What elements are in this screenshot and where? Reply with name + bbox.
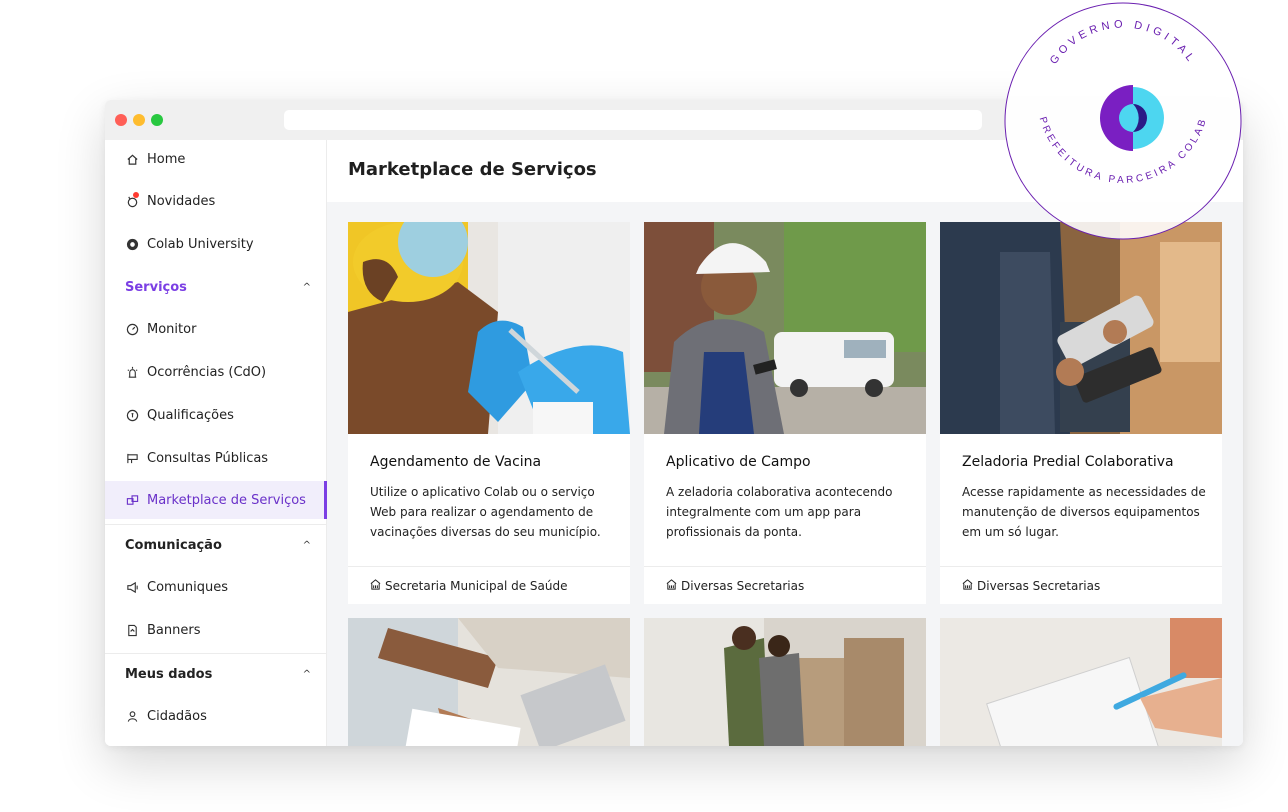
- address-bar[interactable]: [284, 110, 982, 130]
- couple-photo: [644, 618, 926, 746]
- sidebar-item-label: Monitor: [147, 321, 197, 337]
- sidebar-item-marketplace[interactable]: Marketplace de Serviços: [105, 481, 327, 519]
- close-window-button[interactable]: [115, 114, 127, 126]
- card-description: A zeladoria colaborativa acontecendo int…: [666, 485, 893, 539]
- megaphone-icon: [125, 580, 139, 594]
- vaccine-photo: [348, 222, 630, 434]
- service-card-zeladoria[interactable]: Zeladoria Predial Colaborativa Acesse ra…: [940, 222, 1222, 604]
- section-label: Serviços: [125, 279, 187, 295]
- consult-icon: [125, 451, 139, 465]
- building-icon: [370, 578, 381, 593]
- chevron-up-icon: ^: [302, 668, 311, 680]
- field-worker-photo: [644, 222, 926, 434]
- minimize-window-button[interactable]: [133, 114, 145, 126]
- card-department: Diversas Secretarias: [977, 578, 1101, 593]
- user-icon: [125, 709, 139, 723]
- sidebar-item-qualificacoes[interactable]: Qualificações: [105, 396, 327, 434]
- sidebar-item-label: Qualificações: [147, 407, 234, 423]
- card-description: Utilize o aplicativo Colab ou o serviço …: [370, 485, 601, 539]
- sidebar-item-label: Marketplace de Serviços: [147, 492, 306, 508]
- sidebar-item-label: Home: [147, 151, 186, 167]
- sidebar-item-label: Comuniques: [147, 579, 229, 595]
- card-title: Agendamento de Vacina: [370, 454, 542, 470]
- card-title: Zeladoria Predial Colaborativa: [962, 454, 1174, 470]
- sidebar-item-ocorrencias[interactable]: Ocorrências (CdO): [105, 353, 327, 391]
- card-footer: Diversas Secretarias: [940, 566, 1222, 604]
- marketplace-icon: [125, 493, 139, 507]
- divider: [105, 653, 327, 654]
- sidebar-item-consultas-publicas[interactable]: Consultas Públicas: [105, 439, 327, 477]
- notification-dot: [133, 192, 139, 198]
- service-card-row2-3[interactable]: [940, 618, 1222, 746]
- card-footer: Diversas Secretarias: [644, 566, 926, 604]
- service-card-row2-1[interactable]: [348, 618, 630, 746]
- chevron-up-icon: ^: [302, 539, 311, 551]
- sidebar-item-novidades[interactable]: Novidades: [105, 182, 327, 220]
- card-description: Acesse rapidamente as necessidades de ma…: [962, 485, 1206, 539]
- alarm-icon: [125, 365, 139, 379]
- sidebar-item-label: Colab University: [147, 236, 254, 252]
- sidebar-item-comuniques[interactable]: Comuniques: [105, 568, 327, 606]
- card-department: Secretaria Municipal de Saúde: [385, 578, 568, 593]
- meeting-photo: [348, 618, 630, 746]
- home-icon: [125, 152, 139, 166]
- maintenance-photo: [940, 222, 1222, 434]
- section-servicos[interactable]: Serviços ^: [105, 268, 327, 306]
- service-card-vacina[interactable]: Agendamento de Vacina Utilize o aplicati…: [348, 222, 630, 604]
- card-title: Aplicativo de Campo: [666, 454, 811, 470]
- sidebar-item-label: Ocorrências (CdO): [147, 364, 267, 380]
- service-card-row2-2[interactable]: [644, 618, 926, 746]
- sidebar-item-label: Novidades: [147, 193, 216, 209]
- building-icon: [666, 578, 677, 593]
- sidebar: Home Novidades Colab University Serviços…: [105, 140, 327, 746]
- sidebar-item-colab-university[interactable]: Colab University: [105, 225, 327, 263]
- section-comunicacao[interactable]: Comunicação ^: [105, 526, 327, 564]
- divider: [105, 524, 327, 525]
- sidebar-item-home[interactable]: Home: [105, 140, 327, 178]
- maximize-window-button[interactable]: [151, 114, 163, 126]
- banner-icon: [125, 623, 139, 637]
- sidebar-item-banners[interactable]: Banners: [105, 611, 327, 649]
- chevron-up-icon: ^: [302, 281, 311, 293]
- sidebar-item-cidadaos[interactable]: Cidadãos: [105, 697, 327, 735]
- section-label: Meus dados: [125, 666, 213, 682]
- sidebar-item-label: Consultas Públicas: [147, 450, 269, 466]
- calendar-photo: [940, 618, 1222, 746]
- sidebar-item-label: Cidadãos: [147, 708, 207, 724]
- governo-digital-seal: GOVERNO DIGITAL PREFEITURA PARCEIRA COLA…: [1004, 2, 1242, 240]
- gauge-icon: [125, 322, 139, 336]
- service-card-campo[interactable]: Aplicativo de Campo A zeladoria colabora…: [644, 222, 926, 604]
- university-icon: [125, 237, 139, 251]
- rating-icon: [125, 408, 139, 422]
- card-department: Diversas Secretarias: [681, 578, 805, 593]
- bell-icon: [125, 192, 139, 208]
- section-meus-dados[interactable]: Meus dados ^: [105, 655, 327, 693]
- page-title: Marketplace de Serviços: [348, 159, 597, 180]
- section-label: Comunicação: [125, 537, 222, 553]
- sidebar-item-monitor[interactable]: Monitor: [105, 310, 327, 348]
- building-icon: [962, 578, 973, 593]
- card-footer: Secretaria Municipal de Saúde: [348, 566, 630, 604]
- sidebar-item-label: Banners: [147, 622, 201, 638]
